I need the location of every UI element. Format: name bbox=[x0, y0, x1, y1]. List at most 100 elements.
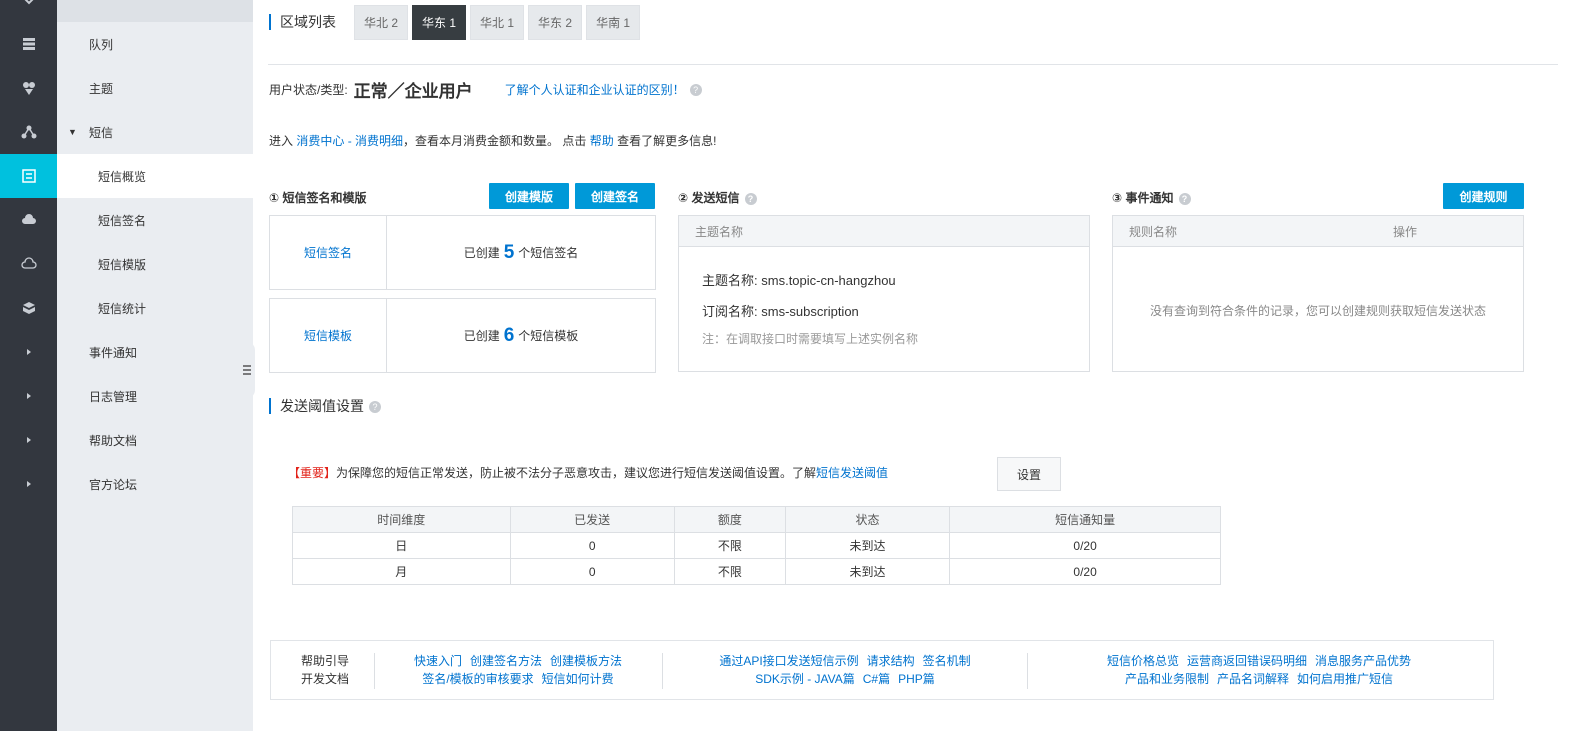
sidebar-item-queue[interactable]: 队列 bbox=[57, 22, 253, 66]
chevron-right-icon[interactable] bbox=[0, 462, 57, 506]
send-panel-header: 主题名称 bbox=[679, 216, 1089, 247]
chevron-down-icon[interactable] bbox=[0, 0, 57, 22]
table-row: 日 0 不限 未到达 0/20 bbox=[292, 532, 1221, 559]
sign-count: 5 bbox=[503, 241, 515, 263]
promo-sms-link[interactable]: 如何启用推广短信 bbox=[1297, 672, 1393, 686]
warning-tag: 【重要】 bbox=[288, 466, 337, 480]
gem-icon[interactable] bbox=[0, 66, 57, 110]
product-advantages-link[interactable]: 消息服务产品优势 bbox=[1315, 654, 1411, 668]
threshold-link[interactable]: 短信发送阈值 bbox=[816, 466, 888, 480]
network-icon[interactable] bbox=[0, 110, 57, 154]
help-icon[interactable]: ? bbox=[1178, 192, 1191, 205]
threshold-title: 发送阈值设置? bbox=[269, 398, 381, 414]
table-header: 额度 bbox=[673, 506, 786, 533]
user-status: 用户状态/类型: 正常／企业用户 了解个人认证和企业认证的区别！ ? bbox=[269, 77, 702, 102]
request-structure-link[interactable]: 请求结构 bbox=[867, 654, 915, 668]
main-content: 区域列表 华北 2 华东 1 华北 1 华东 2 华南 1 用户状态/类型: 正… bbox=[253, 0, 1589, 731]
template-link-cell: 短信模板 bbox=[270, 299, 387, 372]
sidebar-item-sms-stats[interactable]: 短信统计 bbox=[57, 286, 253, 330]
create-sign-method-link[interactable]: 创建签名方法 bbox=[470, 654, 542, 668]
billing-link[interactable]: 短信如何计费 bbox=[542, 672, 614, 686]
divider bbox=[268, 64, 1558, 65]
sidebar-item-label: 短信模版 bbox=[98, 257, 147, 272]
tab-region-north1[interactable]: 华北 1 bbox=[470, 5, 525, 40]
sign-count-cell: 已创建 5 个短信签名 bbox=[387, 216, 655, 289]
sidebar-item-sms-template[interactable]: 短信模版 bbox=[57, 242, 253, 286]
sidebar-item-topic[interactable]: 主题 bbox=[57, 66, 253, 110]
create-template-method-link[interactable]: 创建模板方法 bbox=[550, 654, 622, 668]
sidebar-item-sms-sign[interactable]: 短信签名 bbox=[57, 198, 253, 242]
create-rule-button[interactable]: 创建规则 bbox=[1443, 183, 1524, 209]
cloud-outline-icon[interactable] bbox=[0, 242, 57, 286]
create-template-button[interactable]: 创建模版 bbox=[489, 183, 569, 209]
message-icon[interactable] bbox=[0, 154, 57, 198]
table-cell: 0 bbox=[509, 532, 675, 559]
event-rules-panel: 规则名称 操作 没有查询到符合条件的记录，您可以创建规则获取短信发送状态 bbox=[1112, 215, 1524, 372]
price-overview-link[interactable]: 短信价格总览 bbox=[1107, 654, 1179, 668]
table-cell: 0/20 bbox=[949, 532, 1221, 559]
help-links-box: 帮助引导 开发文档 快速入门 创建签名方法 创建模板方法 签名/模板的审核要求 短信如… bbox=[270, 640, 1494, 700]
sidebar-header bbox=[57, 0, 253, 22]
instance-note: 注：在调取接口时需要填写上述实例名称 bbox=[702, 332, 919, 346]
tab-region-east1[interactable]: 华东 1 bbox=[412, 5, 467, 40]
consume-suffix: 查看了解更多信息! bbox=[617, 134, 717, 148]
sidebar-item-label: 帮助文档 bbox=[89, 433, 138, 448]
product-limits-link[interactable]: 产品和业务限制 bbox=[1125, 672, 1209, 686]
sidebar-item-forum[interactable]: 官方论坛 bbox=[57, 462, 253, 506]
sdk-php-link[interactable]: PHP篇 bbox=[898, 672, 935, 686]
sidebar-item-sms[interactable]: ▼ 短信 bbox=[57, 110, 253, 154]
help-icon[interactable]: ? bbox=[369, 401, 381, 414]
layers-icon[interactable] bbox=[0, 22, 57, 66]
api-example-link[interactable]: 通过API接口发送短信示例 bbox=[719, 654, 858, 668]
sign-count-prefix: 已创建 bbox=[463, 246, 500, 260]
tab-region-south1[interactable]: 华南 1 bbox=[586, 5, 641, 40]
consume-center-link[interactable]: 消费中心 - 消费明细 bbox=[296, 134, 403, 148]
threshold-table: 时间维度 已发送 额度 状态 短信通知量 日 0 不限 未到达 0/20 月 0… bbox=[292, 506, 1221, 585]
threshold-title-text: 发送阈值设置 bbox=[280, 398, 364, 414]
sms-template-link[interactable]: 短信模板 bbox=[304, 327, 352, 344]
help-icon[interactable]: ? bbox=[744, 192, 757, 205]
sign-count-suffix: 个短信签名 bbox=[518, 246, 579, 260]
tab-region-north2[interactable]: 华北 2 bbox=[354, 5, 409, 40]
sidebar-item-label: 官方论坛 bbox=[89, 477, 138, 492]
sdk-java-link[interactable]: SDK示例 - JAVA篇 bbox=[755, 672, 855, 686]
consume-info: 进入 消费中心 - 消费明细，查看本月消费金额和数量。 点击 帮助 查看了解更多… bbox=[269, 132, 716, 149]
table-header: 短信通知量 bbox=[949, 506, 1221, 533]
cloud-icon[interactable] bbox=[0, 198, 57, 242]
table-header-row: 时间维度 已发送 额度 状态 短信通知量 bbox=[292, 506, 1221, 533]
consume-middle: ，查看本月消费金额和数量。 点击 bbox=[403, 134, 587, 148]
signature-mechanism-link[interactable]: 签名机制 bbox=[923, 654, 971, 668]
sidebar-item-event-notify[interactable]: 事件通知 bbox=[57, 330, 253, 374]
quickstart-link[interactable]: 快速入门 bbox=[414, 654, 462, 668]
table-header: 已发送 bbox=[509, 506, 675, 533]
col-operation: 操作 bbox=[1393, 224, 1418, 239]
user-status-value: 正常／企业用户 bbox=[353, 82, 473, 101]
template-count-cell: 已创建 6 个短信模板 bbox=[387, 299, 655, 372]
help-icon[interactable]: ? bbox=[689, 83, 702, 96]
tab-region-east2[interactable]: 华东 2 bbox=[528, 5, 583, 40]
box-icon[interactable] bbox=[0, 286, 57, 330]
glossary-link[interactable]: 产品名词解释 bbox=[1217, 672, 1289, 686]
create-sign-button[interactable]: 创建签名 bbox=[575, 183, 655, 209]
sidebar-item-label: 主题 bbox=[89, 81, 114, 96]
chevron-right-icon[interactable] bbox=[0, 330, 57, 374]
sdk-csharp-link[interactable]: C#篇 bbox=[863, 672, 890, 686]
sign-link-cell: 短信签名 bbox=[270, 216, 387, 289]
chevron-right-icon[interactable] bbox=[0, 374, 57, 418]
threshold-set-button[interactable]: 设置 bbox=[997, 457, 1061, 491]
help-link[interactable]: 帮助 bbox=[590, 134, 614, 148]
review-requirements-link[interactable]: 签名/模板的审核要求 bbox=[422, 672, 533, 686]
sidebar-item-help-docs[interactable]: 帮助文档 bbox=[57, 418, 253, 462]
table-cell: 0/20 bbox=[949, 558, 1221, 585]
table-cell: 不限 bbox=[673, 532, 786, 559]
auth-difference-link[interactable]: 了解个人认证和企业认证的区别！ bbox=[505, 81, 685, 98]
help-labels: 帮助引导 开发文档 bbox=[291, 652, 359, 688]
chevron-right-icon[interactable] bbox=[0, 418, 57, 462]
error-codes-link[interactable]: 运营商返回错误码明细 bbox=[1187, 654, 1307, 668]
sms-sign-link[interactable]: 短信签名 bbox=[304, 244, 352, 261]
sidebar-item-logs[interactable]: 日志管理 bbox=[57, 374, 253, 418]
event-panel-header: 规则名称 操作 bbox=[1113, 216, 1523, 247]
sidebar-item-sms-overview[interactable]: 短信概览 bbox=[57, 154, 253, 198]
dev-docs-label: 开发文档 bbox=[300, 672, 349, 686]
sidebar-item-label: 短信概览 bbox=[98, 169, 147, 184]
